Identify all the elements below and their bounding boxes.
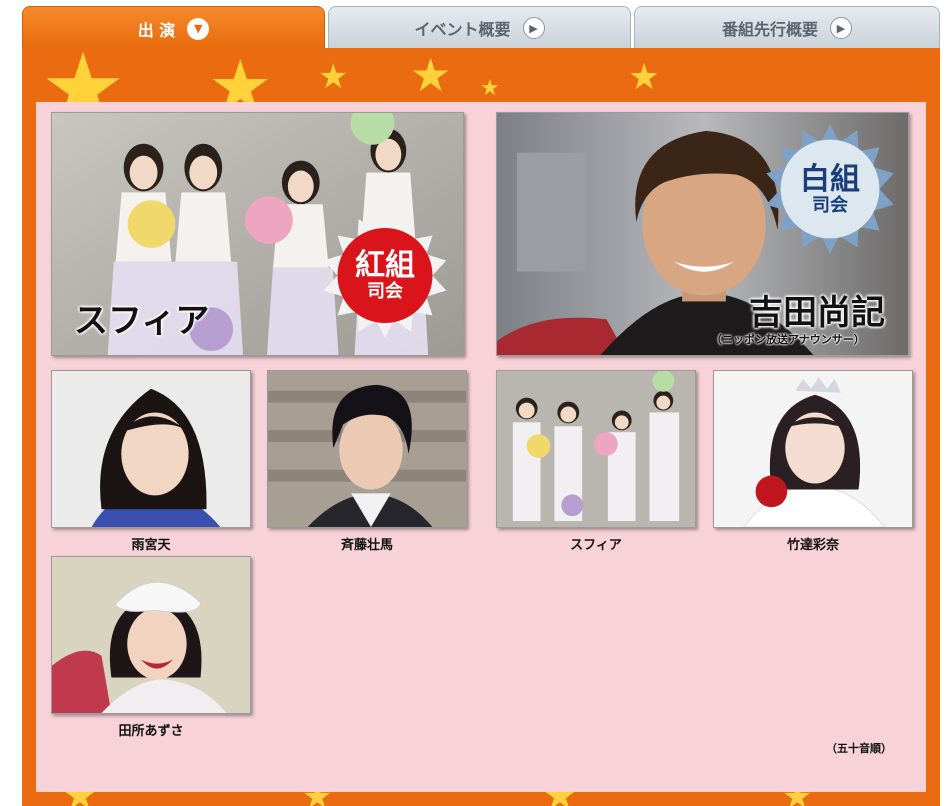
featured-name: スフィア [74,301,210,341]
cast-photo-sphere[interactable] [496,370,696,528]
sort-order-note: （五十音順） [826,742,892,755]
star-decoration: ★ [480,76,500,101]
tab-program-preview-overview[interactable]: 番組先行概要 ▶ [634,6,940,50]
page: 出 演 ▼ イベント概要 ▶ 番組先行概要 ▶ ★ ★ ★ ★ ★ ★ ★ ★ … [0,0,944,806]
star-decoration: ★ [410,48,452,102]
cast-photo-taketatsu-ayana[interactable] [713,370,913,528]
white-team-host-badge: 白組 司会 [765,123,895,255]
cast-name: 斉藤壮馬 [340,538,393,553]
tab-label: 番組先行概要 [721,20,818,39]
tab-label: イベント概要 [414,20,511,39]
star-decoration: ★ [318,57,349,97]
content-frame: ★ ★ ★ ★ ★ ★ ★ ★ ★ ★ [22,40,940,806]
cast-photo-tadokoro-azusa[interactable] [51,556,251,714]
cast-photo-amamiya-sora[interactable] [51,370,251,528]
cast-name: スフィア [570,538,622,553]
featured-photo-yoshida[interactable]: 吉田尚記 （ニッポン放送アナウンサー） 白組 司会 [496,112,909,356]
chevron-down-icon: ▼ [187,17,210,40]
badge-title: 白組 [800,161,860,197]
badge-title: 紅組 [355,248,415,284]
star-decoration: ★ [628,57,661,98]
badge-subtitle: 司会 [812,194,848,216]
badge-subtitle: 司会 [367,281,403,303]
play-arrow-icon: ▶ [830,17,852,39]
cast-name: 田所あずさ [118,724,184,739]
tab-event-overview[interactable]: イベント概要 ▶ [328,6,631,50]
cast-photo-saito-soma[interactable] [267,370,467,528]
featured-name: 吉田尚記 [749,293,885,333]
tab-label: 出 演 [137,20,176,40]
cast-name: 雨宮天 [131,538,171,553]
featured-photo-sphere[interactable]: スフィア 紅組 司会 [51,112,464,356]
cast-panel: スフィア 紅組 司会 吉田尚記 （ニッポン放送アナウンサー） 白組 司会 雨宮天… [36,102,926,792]
cast-name: 竹達彩奈 [786,538,839,553]
featured-subtitle: （ニッポン放送アナウンサー） [711,333,865,346]
red-team-host-badge: 紅組 司会 [320,213,450,338]
tab-bar: 出 演 ▼ イベント概要 ▶ 番組先行概要 ▶ [22,6,940,50]
play-arrow-icon: ▶ [522,17,545,39]
